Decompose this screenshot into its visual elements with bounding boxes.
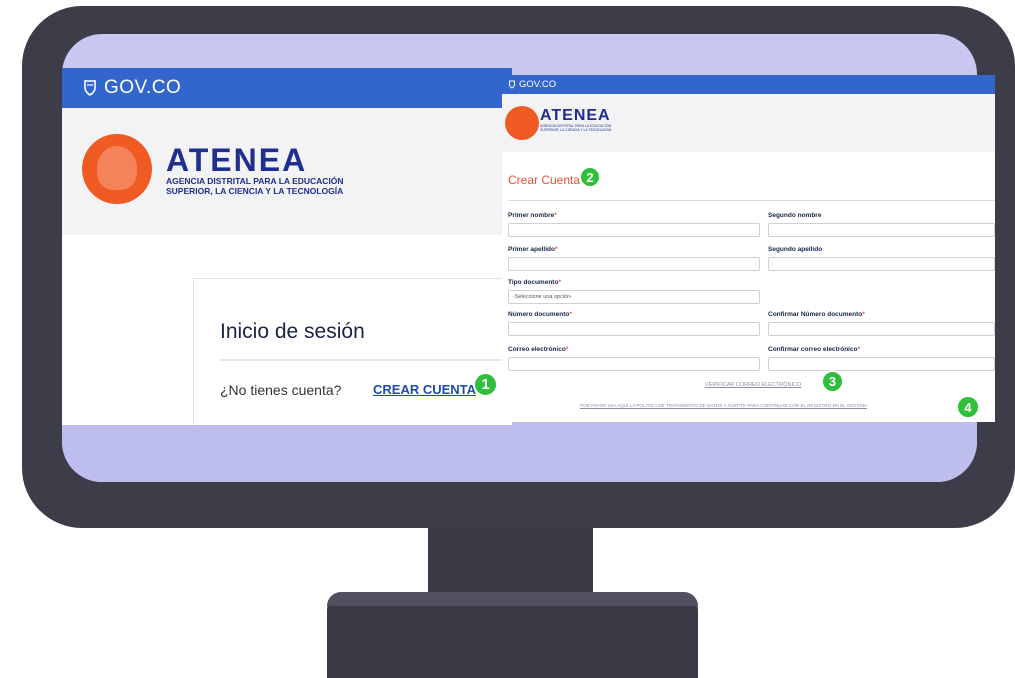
- first-name-input[interactable]: [508, 223, 760, 237]
- step-badge-2: 2: [579, 166, 601, 188]
- login-divider: [220, 359, 512, 361]
- second-surname-input[interactable]: [768, 257, 995, 271]
- atenea-logo-icon: [82, 134, 152, 204]
- email-input[interactable]: [508, 357, 760, 371]
- colombia-shield-icon: [84, 80, 96, 96]
- login-title: Inicio de sesión: [220, 320, 365, 343]
- create-account-link[interactable]: CREAR CUENTA: [373, 382, 476, 397]
- second-name-label: Segundo nombre: [768, 212, 822, 219]
- first-surname-input[interactable]: [508, 257, 760, 271]
- doc-type-placeholder: -Seleccione una opción-: [513, 294, 573, 300]
- step-badge-1: 1: [473, 372, 498, 397]
- colombia-shield-icon: [509, 80, 515, 89]
- monitor-neck: [428, 527, 593, 597]
- brand-block: ATENEA AGENCIA DISTRITAL PARA LA EDUCACI…: [540, 107, 612, 133]
- doc-number-input[interactable]: [508, 322, 760, 336]
- confirm-email-input[interactable]: [768, 357, 995, 371]
- gov-label: GOV.CO: [104, 77, 182, 98]
- login-card: [193, 278, 512, 425]
- brand-subtitle-2: SUPERIOR, LA CIENCIA Y LA TECNOLOGÍA: [540, 128, 612, 132]
- login-screenshot: GOV.CO ATENEA AGENCIA DISTRITAL PARA LA …: [62, 68, 512, 425]
- first-surname-label: Primer apellido*: [508, 246, 558, 253]
- no-account-text: ¿No tienes cuenta?: [220, 382, 342, 398]
- monitor-base-highlight: [327, 592, 698, 606]
- site-header: ATENEA AGENCIA DISTRITAL PARA LA EDUCACI…: [502, 94, 995, 152]
- doc-type-select[interactable]: -Seleccione una opción-: [508, 290, 760, 304]
- doc-number-label: Número documento*: [508, 311, 572, 318]
- second-surname-label: Segundo apellido: [768, 246, 823, 253]
- form-divider: [508, 200, 995, 201]
- second-name-input[interactable]: [768, 223, 995, 237]
- confirm-doc-number-input[interactable]: [768, 322, 995, 336]
- site-header: ATENEA AGENCIA DISTRITAL PARA LA EDUCACI…: [62, 108, 512, 235]
- data-policy-link[interactable]: POR FAVOR LEA AQUÍ LA POLITICA DE TRATAM…: [580, 403, 867, 408]
- brand-name: ATENEA: [166, 142, 308, 178]
- step-badge-3: 3: [821, 370, 844, 393]
- screen-band: [62, 422, 977, 482]
- brand-subtitle-1: AGENCIA DISTRITAL PARA LA EDUCACIÓN: [166, 176, 344, 186]
- gov-bar: GOV.CO: [62, 68, 512, 108]
- doc-type-label: Tipo documento*: [508, 279, 561, 286]
- brand-block: ATENEA AGENCIA DISTRITAL PARA LA EDUCACI…: [166, 144, 344, 196]
- form-title: Crear Cuenta: [508, 173, 581, 187]
- brand-subtitle-2: SUPERIOR, LA CIENCIA Y LA TECNOLOGÍA: [166, 186, 344, 196]
- gov-label: GOV.CO: [519, 79, 557, 90]
- confirm-email-label: Confirmar correo electrónico*: [768, 346, 861, 353]
- gov-bar: GOV.CO: [502, 75, 995, 94]
- verify-email-link[interactable]: VERIFICAR CORREO ELECTRÓNICO: [705, 382, 801, 388]
- step-badge-4: 4: [956, 395, 980, 419]
- register-screenshot: GOV.CO ATENEA AGENCIA DISTRITAL PARA LA …: [502, 75, 995, 422]
- atenea-logo-icon: [505, 106, 539, 140]
- brand-name: ATENEA: [540, 107, 611, 124]
- first-name-label: Primer nombre*: [508, 212, 557, 219]
- confirm-doc-number-label: Confirmar Número documento*: [768, 311, 865, 318]
- email-label: Correo electrónico*: [508, 346, 569, 353]
